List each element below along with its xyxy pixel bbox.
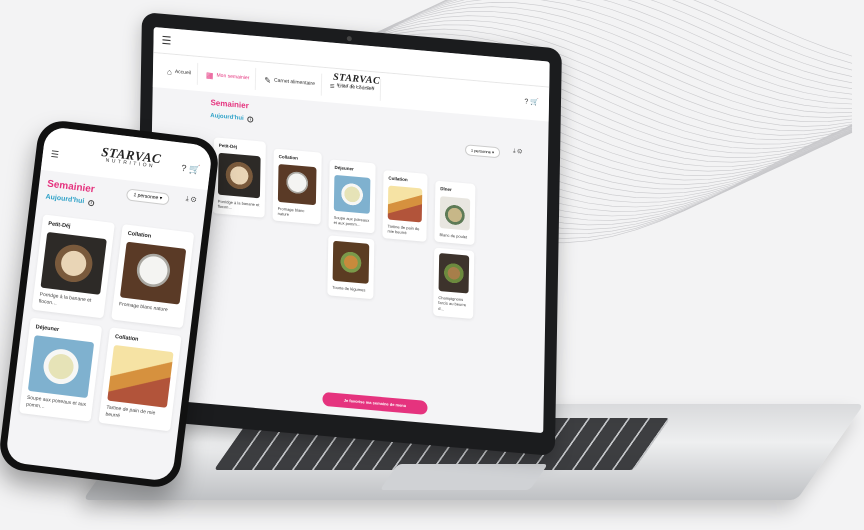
tart-photo (332, 241, 370, 285)
tab-mon-semainier[interactable]: ▦ Mon semainier (199, 63, 257, 90)
cart-icon[interactable]: 🛒 (188, 164, 200, 175)
hamburger-menu-icon[interactable]: ☰ (161, 34, 171, 48)
dish-name: Tartine de pain de mie beurré (387, 223, 420, 236)
meal-card[interactable]: Petit-Déj Porridge à la banane et flocon… (212, 137, 266, 219)
meal-column-diner: Dîner Blanc de poulet Champignons farcis… (433, 180, 476, 319)
notebook-icon: ✎ (264, 75, 272, 85)
download-icon[interactable]: ⤓ ⚙ (185, 196, 196, 205)
meal-card[interactable]: Petit-Déj Porridge à la banane et flocon… (31, 214, 115, 319)
info-icon[interactable]: i (247, 116, 254, 123)
home-icon: ⌂ (166, 66, 172, 77)
download-icon[interactable]: ⤓ ⚙ (513, 148, 522, 156)
phone-main: Semainier Aujourd'hui i 1 personne ▾ ⤓ ⚙… (10, 170, 207, 441)
soup-photo (333, 174, 371, 214)
yogurt-photo (277, 163, 317, 206)
meal-column-collation: Collation Fromage blanc nature (272, 148, 322, 226)
meal-card[interactable]: Collation Tartine de pain de mie beurré (382, 170, 428, 243)
help-icon[interactable]: ? (524, 98, 528, 105)
laptop-touchpad (379, 464, 548, 490)
hamburger-menu-icon[interactable]: ☰ (50, 149, 59, 161)
header-icons: ? 🛒 (181, 163, 201, 176)
dinner-photo (439, 196, 471, 231)
people-select[interactable]: 1 personne ▾ (464, 144, 501, 159)
phone-screen: ☰ STARVAC NUTRITION ? 🛒 Semainier Aujour… (5, 126, 213, 482)
dish-name: Fromage blanc nature (277, 205, 305, 218)
meal-heading: Déjeuner (334, 164, 354, 172)
meal-heading: Collation (388, 175, 408, 183)
help-icon[interactable]: ? (181, 163, 187, 174)
meal-card[interactable]: Déjeuner Soupe aux poireaux et aux pomm… (328, 159, 376, 234)
meal-column-collation-2: Collation Tartine de pain de mie beurré (382, 170, 428, 243)
meal-heading: Petit-Déj (218, 142, 238, 150)
calendar-icon: ▦ (205, 70, 214, 80)
header-icons: ? 🛒 (524, 97, 539, 106)
dish-name: Soupe aux poireaux et aux pomm… (333, 214, 370, 228)
brand-logo: STARVAC NUTRITION (100, 144, 163, 170)
yogurt-photo (119, 241, 187, 305)
meal-heading: Collation (278, 153, 298, 161)
camera-dot (346, 35, 352, 42)
dish-name: Porridge à la banane et flocon… (217, 198, 260, 211)
tab-label: Accueil (174, 68, 192, 77)
meal-card[interactable]: Collation Fromage blanc nature (272, 148, 322, 226)
toast-photo (107, 344, 174, 408)
tab-accueil[interactable]: ⌂ Accueil (160, 59, 199, 85)
meal-column-petit-dej: Petit-Déj Porridge à la banane et flocon… (212, 137, 266, 219)
champignons-photo (438, 253, 470, 294)
dish-name: Soupe aux poireaux et aux pomm… (25, 394, 87, 410)
meal-card[interactable]: Dîner Blanc de poulet (434, 180, 476, 246)
meal-column-dejeuner: Déjeuner Soupe aux poireaux et aux pomm…… (327, 159, 376, 299)
meal-card[interactable]: Champignons farcis au beurre d… (433, 247, 475, 319)
dish-name: Tartine de pain de mie beurré (105, 404, 156, 419)
dish-name: Champignons farcis au beurre d… (438, 295, 467, 312)
dish-name: Tourte de légumes (332, 285, 366, 293)
tab-label: Mon semainier (216, 72, 250, 82)
porridge-photo (217, 152, 261, 199)
validate-week-button[interactable]: Je favorise ma semaine de menu (322, 391, 428, 415)
info-icon[interactable]: i (87, 199, 95, 206)
soup-photo (27, 335, 95, 399)
tab-label: Carnet alimentaire (273, 77, 315, 88)
dish-name: Blanc de poulet (439, 232, 468, 240)
meal-heading: Dîner (440, 186, 452, 193)
toast-photo (387, 185, 423, 223)
dish-name: Porridge à la banane et flocon… (38, 291, 92, 307)
meal-card[interactable]: Tourte de légumes (327, 235, 375, 299)
phone-meal-grid: Petit-Déj Porridge à la banane et flocon… (19, 214, 195, 432)
tab-carnet-alimentaire[interactable]: ✎ Carnet alimentaire (258, 68, 323, 96)
meal-card[interactable]: Collation Tartine de pain de mie beurré (98, 327, 182, 432)
meal-columns: Petit-Déj Porridge à la banane et flocon… (211, 137, 538, 324)
meal-card[interactable]: Collation Fromage blanc nature (111, 224, 195, 329)
meal-card[interactable]: Déjeuner Soupe aux poireaux et aux pomm… (19, 317, 103, 422)
people-select[interactable]: 1 personne ▾ (125, 188, 170, 206)
cart-icon[interactable]: 🛒 (530, 99, 539, 107)
porridge-photo (40, 231, 107, 295)
